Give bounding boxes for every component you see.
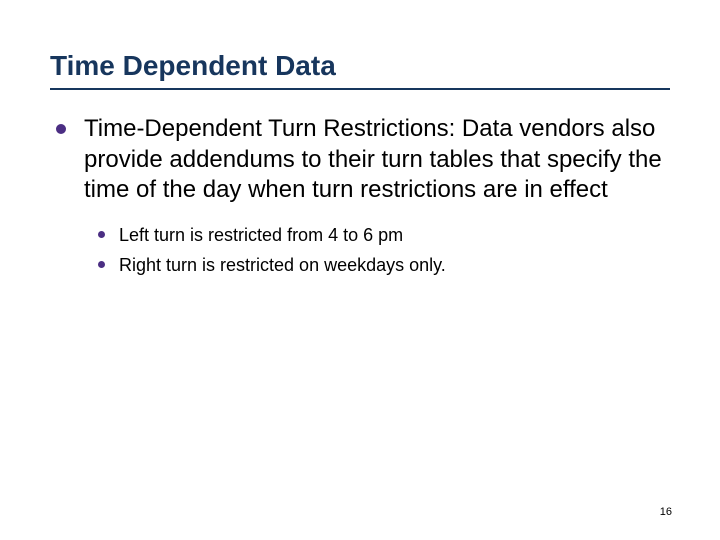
sub-bullet-text: Right turn is restricted on weekdays onl… — [119, 254, 446, 277]
bullet-icon — [98, 231, 105, 238]
sub-bullet-text: Left turn is restricted from 4 to 6 pm — [119, 224, 403, 247]
bullet-text: Time-Dependent Turn Restrictions: Data v… — [84, 114, 670, 206]
bullet-icon — [98, 261, 105, 268]
bullet-item: Time-Dependent Turn Restrictions: Data v… — [50, 114, 670, 206]
sub-bullet-item: Right turn is restricted on weekdays onl… — [98, 254, 670, 277]
slide-title: Time Dependent Data — [50, 50, 670, 90]
bullet-icon — [56, 124, 66, 134]
sub-bullet-item: Left turn is restricted from 4 to 6 pm — [98, 224, 670, 247]
page-number: 16 — [660, 506, 672, 518]
sub-bullet-list: Left turn is restricted from 4 to 6 pm R… — [98, 224, 670, 277]
bullet-list: Time-Dependent Turn Restrictions: Data v… — [50, 114, 670, 206]
